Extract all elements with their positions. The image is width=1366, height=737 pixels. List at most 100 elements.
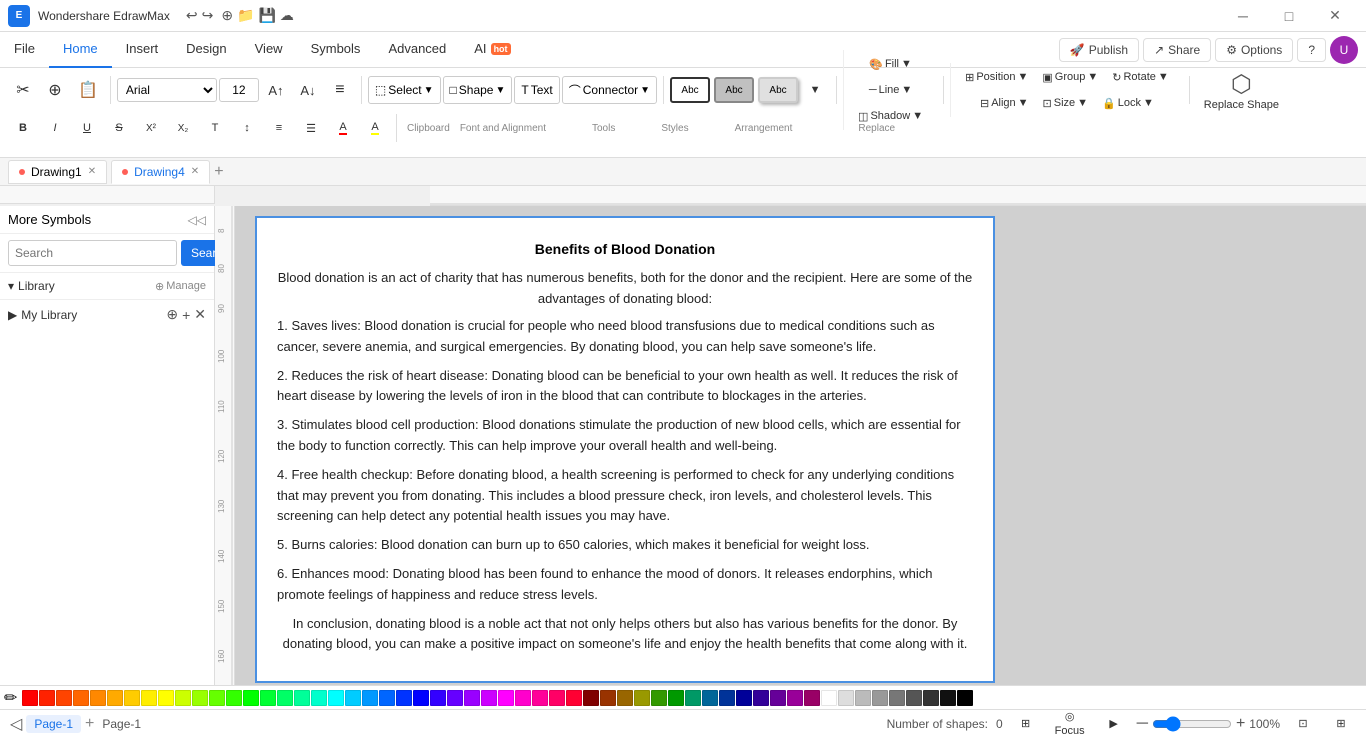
color-swatch[interactable] bbox=[617, 690, 633, 706]
font-increase-btn[interactable]: A↑ bbox=[261, 74, 291, 106]
library-label[interactable]: ▾ Library bbox=[8, 279, 55, 293]
position-btn[interactable]: ⊞ Position ▼ bbox=[959, 65, 1034, 89]
save-btn[interactable]: 💾 bbox=[258, 7, 275, 24]
menu-view[interactable]: View bbox=[241, 32, 297, 68]
color-swatch[interactable] bbox=[566, 690, 582, 706]
color-swatch[interactable] bbox=[498, 690, 514, 706]
color-swatch[interactable] bbox=[90, 690, 106, 706]
color-swatch[interactable] bbox=[668, 690, 684, 706]
color-swatch[interactable] bbox=[634, 690, 650, 706]
font-family-select[interactable]: Arial Times New Roman Calibri bbox=[117, 78, 217, 102]
color-swatch[interactable] bbox=[481, 690, 497, 706]
menu-design[interactable]: Design bbox=[172, 32, 240, 68]
color-swatch[interactable] bbox=[651, 690, 667, 706]
user-avatar[interactable]: U bbox=[1330, 36, 1358, 64]
zoom-in-btn[interactable]: + bbox=[1236, 715, 1245, 733]
eyedropper-icon[interactable]: ✏ bbox=[4, 688, 17, 708]
color-swatch[interactable] bbox=[855, 690, 871, 706]
italic-btn[interactable]: I bbox=[40, 112, 70, 144]
my-library-label[interactable]: ▶ My Library bbox=[8, 308, 77, 322]
menu-home[interactable]: Home bbox=[49, 32, 112, 68]
styles-expand-btn[interactable]: ▼ bbox=[800, 74, 830, 106]
color-swatch[interactable] bbox=[787, 690, 803, 706]
publish-btn[interactable]: 🚀 Publish bbox=[1059, 38, 1139, 62]
color-swatch[interactable] bbox=[430, 690, 446, 706]
color-swatch[interactable] bbox=[192, 690, 208, 706]
font-color-btn[interactable]: A bbox=[328, 112, 358, 144]
color-swatch[interactable] bbox=[396, 690, 412, 706]
help-btn[interactable]: ? bbox=[1297, 38, 1326, 62]
color-swatch[interactable] bbox=[124, 690, 140, 706]
menu-ai[interactable]: AI hot bbox=[460, 32, 524, 68]
color-swatch[interactable] bbox=[736, 690, 752, 706]
color-swatch[interactable] bbox=[804, 690, 820, 706]
color-swatch[interactable] bbox=[141, 690, 157, 706]
underline-btn[interactable]: U bbox=[72, 112, 102, 144]
subscript-btn[interactable]: X₂ bbox=[168, 112, 198, 144]
copy-btn[interactable]: ⊕ bbox=[40, 74, 70, 106]
style-swatch-1[interactable]: Abc bbox=[670, 77, 710, 103]
color-swatch[interactable] bbox=[702, 690, 718, 706]
menu-advanced[interactable]: Advanced bbox=[374, 32, 460, 68]
color-swatch[interactable] bbox=[872, 690, 888, 706]
color-swatch[interactable] bbox=[158, 690, 174, 706]
add-tab-btn[interactable]: + bbox=[214, 163, 223, 181]
layers-btn[interactable]: ⊞ bbox=[1011, 712, 1041, 736]
tab-drawing1-close-icon[interactable]: ✕ bbox=[88, 166, 96, 177]
bullet-list-btn[interactable]: ≡ bbox=[264, 112, 294, 144]
color-swatch[interactable] bbox=[175, 690, 191, 706]
numbered-list-btn[interactable]: ☰ bbox=[296, 112, 326, 144]
color-picker-icon[interactable]: ✏ bbox=[4, 688, 17, 708]
color-swatch[interactable] bbox=[923, 690, 939, 706]
select-dropdown[interactable]: ⬚ Select ▼ bbox=[368, 76, 441, 104]
clear-format-btn[interactable]: T bbox=[200, 112, 230, 144]
group-btn[interactable]: ▣ Group ▼ bbox=[1036, 65, 1104, 89]
share-btn[interactable]: ↗ Share bbox=[1143, 38, 1211, 62]
line-btn[interactable]: ─ Line ▼ bbox=[863, 78, 918, 102]
tab-drawing1[interactable]: Drawing1 ✕ bbox=[8, 160, 107, 184]
color-swatch[interactable] bbox=[22, 690, 38, 706]
align-btn[interactable]: ≡ bbox=[325, 74, 355, 106]
color-swatch[interactable] bbox=[770, 690, 786, 706]
search-input[interactable] bbox=[8, 240, 177, 266]
new-btn[interactable]: ⊕ bbox=[221, 7, 233, 24]
color-swatch[interactable] bbox=[532, 690, 548, 706]
menu-symbols[interactable]: Symbols bbox=[297, 32, 375, 68]
text-dropdown[interactable]: T Text bbox=[514, 76, 559, 104]
canvas-container[interactable]: 1401501601701801902002102202302402502602… bbox=[235, 206, 1366, 685]
color-swatch[interactable] bbox=[600, 690, 616, 706]
font-size-input[interactable] bbox=[219, 78, 259, 102]
tab-drawing4[interactable]: Drawing4 ✕ bbox=[111, 160, 210, 184]
color-swatch[interactable] bbox=[277, 690, 293, 706]
connector-dropdown[interactable]: ⌒ Connector ▼ bbox=[562, 76, 657, 104]
color-swatch[interactable] bbox=[243, 690, 259, 706]
color-swatch[interactable] bbox=[549, 690, 565, 706]
color-swatch[interactable] bbox=[107, 690, 123, 706]
minimize-btn[interactable]: ─ bbox=[1220, 0, 1266, 32]
options-btn[interactable]: ⚙ Options bbox=[1215, 38, 1293, 62]
cloud-btn[interactable]: ☁ bbox=[280, 7, 294, 24]
color-swatch[interactable] bbox=[447, 690, 463, 706]
my-library-settings-btn[interactable]: ⊕ bbox=[166, 306, 178, 323]
undo-btn[interactable]: ↩ bbox=[186, 7, 198, 24]
tab-drawing4-close-icon[interactable]: ✕ bbox=[191, 166, 199, 177]
color-swatch[interactable] bbox=[311, 690, 327, 706]
color-swatch[interactable] bbox=[294, 690, 310, 706]
color-swatch[interactable] bbox=[685, 690, 701, 706]
zoom-slider[interactable] bbox=[1152, 716, 1232, 732]
color-swatch[interactable] bbox=[957, 690, 973, 706]
color-swatch[interactable] bbox=[260, 690, 276, 706]
my-library-close-btn[interactable]: ✕ bbox=[194, 306, 206, 323]
color-swatch[interactable] bbox=[906, 690, 922, 706]
page-tab[interactable]: Page-1 bbox=[26, 715, 81, 733]
zoom-out-btn[interactable]: ─ bbox=[1137, 715, 1148, 733]
color-swatch[interactable] bbox=[413, 690, 429, 706]
maximize-btn[interactable]: □ bbox=[1266, 0, 1312, 32]
shape-dropdown[interactable]: □ Shape ▼ bbox=[443, 76, 513, 104]
fill-btn[interactable]: 🎨 Fill ▼ bbox=[863, 52, 918, 76]
rotate-btn[interactable]: ↻ Rotate ▼ bbox=[1106, 65, 1175, 89]
color-swatch[interactable] bbox=[328, 690, 344, 706]
color-swatch[interactable] bbox=[821, 690, 837, 706]
fullscreen-btn[interactable]: ⊞ bbox=[1326, 712, 1356, 736]
color-swatch[interactable] bbox=[379, 690, 395, 706]
